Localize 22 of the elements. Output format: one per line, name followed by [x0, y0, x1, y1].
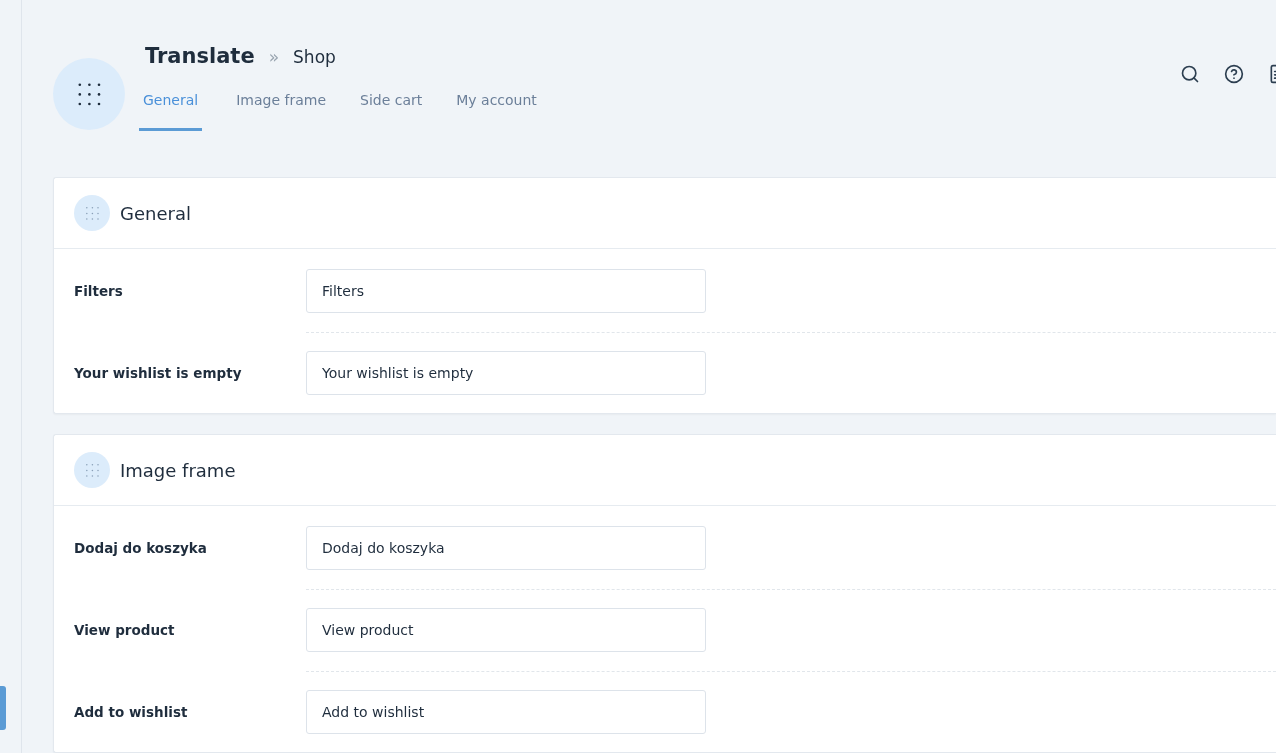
- help-icon[interactable]: [1224, 64, 1244, 84]
- text-input[interactable]: Filters: [306, 269, 706, 313]
- search-icon[interactable]: [1180, 64, 1200, 84]
- text-input[interactable]: Your wishlist is empty: [306, 351, 706, 395]
- field-label: Dodaj do koszyka: [74, 540, 208, 556]
- tab[interactable]: My account: [456, 82, 537, 131]
- dot-grid-icon: [83, 461, 101, 479]
- field-label: Your wishlist is empty: [74, 365, 243, 381]
- field-label: Filters: [74, 283, 124, 299]
- field-label: Add to wishlist: [74, 704, 189, 720]
- text-input[interactable]: View product: [306, 608, 706, 652]
- field-label: View product: [74, 622, 176, 638]
- tab[interactable]: Image frame: [236, 82, 326, 131]
- text-input[interactable]: Add to wishlist: [306, 690, 706, 734]
- section-title: General: [120, 202, 191, 224]
- section-title: Image frame: [120, 459, 236, 481]
- text-input[interactable]: Dodaj do koszyka: [306, 526, 706, 570]
- page-title: Translate: [145, 44, 255, 68]
- tab[interactable]: Side cart: [360, 82, 423, 131]
- breadcrumb-item[interactable]: Shop: [293, 47, 336, 67]
- dot-grid-icon: [83, 204, 101, 222]
- breadcrumb-separator: »: [268, 47, 280, 67]
